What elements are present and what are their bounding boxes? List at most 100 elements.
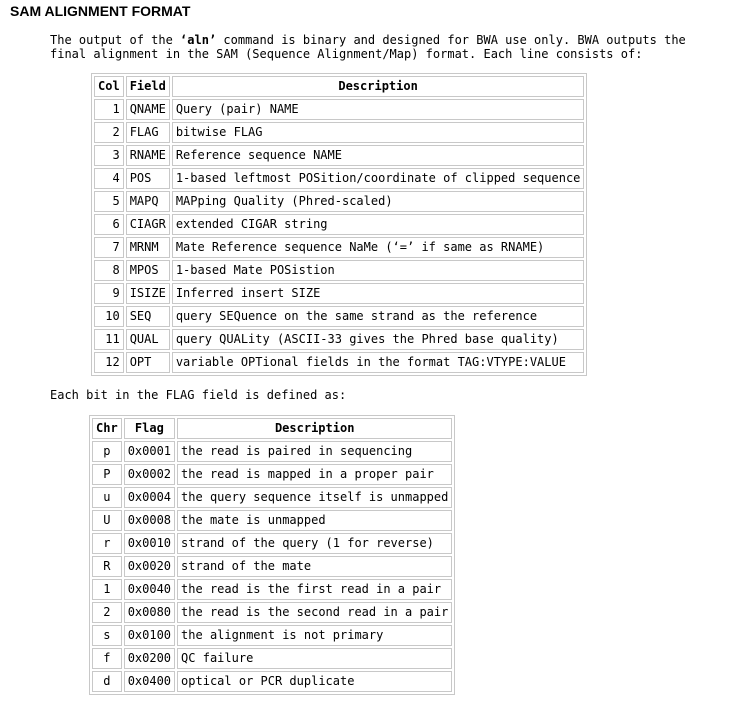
field-description-cell: variable OPTional fields in the format T… xyxy=(171,352,585,373)
col-number-cell: 2 xyxy=(94,122,124,143)
field-header: Field xyxy=(125,76,170,97)
field-description-cell: Mate Reference sequence NaMe (‘=’ if sam… xyxy=(171,237,585,258)
flag-description-cell: optical or PCR duplicate xyxy=(177,671,453,692)
flag-intro-text: Each bit in the FLAG field is defined as… xyxy=(50,388,347,402)
flag-chr-cell: r xyxy=(92,533,122,554)
col-number-cell: 7 xyxy=(94,237,124,258)
field-description-cell: extended CIGAR string xyxy=(171,214,585,235)
table-row: u 0x0004 the query sequence itself is unma… xyxy=(92,487,453,508)
col-number-cell: 10 xyxy=(94,306,124,327)
field-name-cell: CIAGR xyxy=(125,214,170,235)
flag-value-cell: 0x0200 xyxy=(123,648,176,669)
field-name-cell: QNAME xyxy=(125,99,170,120)
table-row: 6 CIAGR extended CIGAR string xyxy=(94,214,585,235)
intro-text-before: The output of the xyxy=(50,33,181,47)
field-description-cell: Query (pair) NAME xyxy=(171,99,585,120)
description-header: Description xyxy=(177,418,453,439)
table-row: s 0x0100 the alignment is not primary xyxy=(92,625,453,646)
description-header: Description xyxy=(171,76,585,97)
sam-fields-table: Col Field Description 1 QNAME Query (pair)… xyxy=(91,73,588,376)
table-row: U 0x0008 the mate is unmapped xyxy=(92,510,453,531)
col-number-cell: 1 xyxy=(94,99,124,120)
field-description-cell: MAPping Quality (Phred-scaled) xyxy=(171,191,585,212)
flag-value-cell: 0x0040 xyxy=(123,579,176,600)
field-description-cell: query QUALity (ASCII-33 gives the Phred … xyxy=(171,329,585,350)
col-number-cell: 6 xyxy=(94,214,124,235)
flag-value-cell: 0x0008 xyxy=(123,510,176,531)
flag-chr-cell: P xyxy=(92,464,122,485)
flag-description-cell: QC failure xyxy=(177,648,453,669)
field-name-cell: FLAG xyxy=(125,122,170,143)
table-row: f 0x0200 QC failure xyxy=(92,648,453,669)
table-header-row: Chr Flag Description xyxy=(92,418,453,439)
flag-description-cell: strand of the query (1 for reverse) xyxy=(177,533,453,554)
field-name-cell: ISIZE xyxy=(125,283,170,304)
table-row: 8 MPOS 1-based Mate POSistion xyxy=(94,260,585,281)
aln-command: ‘aln’ xyxy=(180,33,217,47)
table-row: 2 FLAG bitwise FLAG xyxy=(94,122,585,143)
table-row: 11 QUAL query QUALity (ASCII-33 gives the … xyxy=(94,329,585,350)
field-name-cell: OPT xyxy=(125,352,170,373)
field-name-cell: POS xyxy=(125,168,170,189)
field-description-cell: Reference sequence NAME xyxy=(171,145,585,166)
col-number-cell: 9 xyxy=(94,283,124,304)
flag-chr-cell: U xyxy=(92,510,122,531)
flag-chr-cell: d xyxy=(92,671,122,692)
table-row: 1 0x0040 the read is the first read in a p… xyxy=(92,579,453,600)
col-number-cell: 12 xyxy=(94,352,124,373)
flag-description-cell: the alignment is not primary xyxy=(177,625,453,646)
flag-description-cell: the mate is unmapped xyxy=(177,510,453,531)
flag-value-cell: 0x0020 xyxy=(123,556,176,577)
field-name-cell: RNAME xyxy=(125,145,170,166)
table-row: d 0x0400 optical or PCR duplicate xyxy=(92,671,453,692)
field-name-cell: QUAL xyxy=(125,329,170,350)
field-description-cell: Inferred insert SIZE xyxy=(171,283,585,304)
field-description-cell: query SEQuence on the same strand as the… xyxy=(171,306,585,327)
flag-value-cell: 0x0004 xyxy=(123,487,176,508)
table-row: 2 0x0080 the read is the second read in a … xyxy=(92,602,453,623)
field-description-cell: bitwise FLAG xyxy=(171,122,585,143)
flag-chr-cell: 1 xyxy=(92,579,122,600)
fields-table-body: 1 QNAME Query (pair) NAME 2 FLAG bitwise FLAG… xyxy=(94,99,585,373)
flag-chr-cell: R xyxy=(92,556,122,577)
flag-value-cell: 0x0100 xyxy=(123,625,176,646)
field-name-cell: MRNM xyxy=(125,237,170,258)
field-description-cell: 1-based Mate POSistion xyxy=(171,260,585,281)
col-number-cell: 3 xyxy=(94,145,124,166)
col-header: Col xyxy=(94,76,124,97)
table-row: 7 MRNM Mate Reference sequence NaMe (‘=’ i… xyxy=(94,237,585,258)
table-row: 1 QNAME Query (pair) NAME xyxy=(94,99,585,120)
flag-value-cell: 0x0002 xyxy=(123,464,176,485)
field-name-cell: SEQ xyxy=(125,306,170,327)
table-row: 10 SEQ query SEQuence on the same strand a… xyxy=(94,306,585,327)
flag-description-cell: the read is mapped in a proper pair xyxy=(177,464,453,485)
flag-description-cell: the read is paired in sequencing xyxy=(177,441,453,462)
table-row: 5 MAPQ MAPping Quality (Phred-scaled) xyxy=(94,191,585,212)
table-row: 12 OPT variable OPTional fields in the for… xyxy=(94,352,585,373)
table-row: 3 RNAME Reference sequence NAME xyxy=(94,145,585,166)
col-number-cell: 4 xyxy=(94,168,124,189)
table-row: p 0x0001 the read is paired in sequencing xyxy=(92,441,453,462)
flag-chr-cell: u xyxy=(92,487,122,508)
table-row: 4 POS 1-based leftmost POSition/coordinate… xyxy=(94,168,585,189)
flag-value-cell: 0x0080 xyxy=(123,602,176,623)
col-number-cell: 11 xyxy=(94,329,124,350)
flag-value-cell: 0x0400 xyxy=(123,671,176,692)
table-row: 9 ISIZE Inferred insert SIZE xyxy=(94,283,585,304)
flag-header: Flag xyxy=(123,418,176,439)
field-description-cell: 1-based leftmost POSition/coordinate of … xyxy=(171,168,585,189)
table-row: R 0x0020 strand of the mate xyxy=(92,556,453,577)
flag-description-cell: the read is the first read in a pair xyxy=(177,579,453,600)
page-title: SAM ALIGNMENT FORMAT xyxy=(10,3,191,19)
flag-chr-cell: s xyxy=(92,625,122,646)
col-number-cell: 8 xyxy=(94,260,124,281)
flag-description-cell: the query sequence itself is unmapped xyxy=(177,487,453,508)
field-name-cell: MAPQ xyxy=(125,191,170,212)
flag-description-cell: the read is the second read in a pair xyxy=(177,602,453,623)
table-header-row: Col Field Description xyxy=(94,76,585,97)
intro-paragraph: The output of the ‘aln’ command is binar… xyxy=(50,33,720,61)
flag-value-cell: 0x0010 xyxy=(123,533,176,554)
flag-bits-table: Chr Flag Description p 0x0001 the read is … xyxy=(89,415,456,695)
col-number-cell: 5 xyxy=(94,191,124,212)
table-row: P 0x0002 the read is mapped in a proper pa… xyxy=(92,464,453,485)
